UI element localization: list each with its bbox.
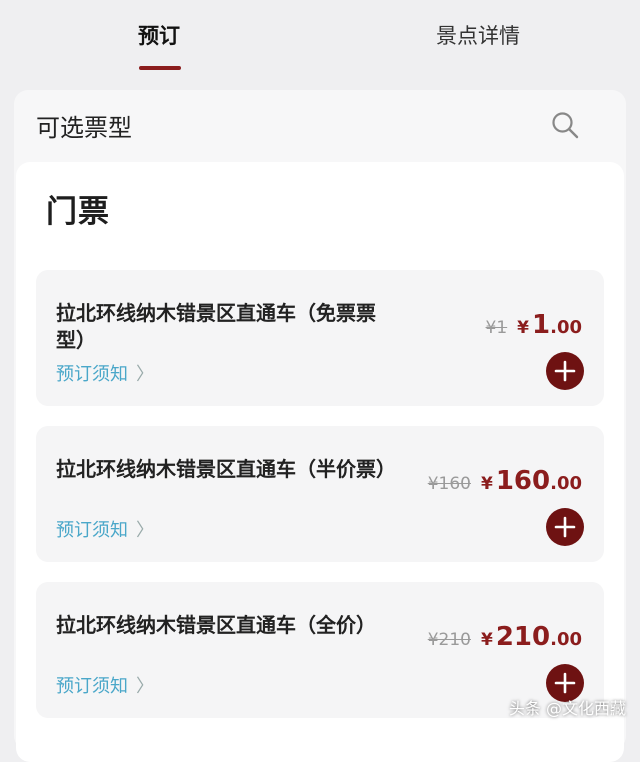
booking-notice-label: 预订须知: [56, 364, 128, 385]
ticket-list-container: 门票 拉北环线纳木错景区直通车（免票票型） 预订须知〉 ¥1 ¥1.00 拉北环线…: [16, 162, 624, 762]
panel-title: 可选票型: [36, 114, 132, 142]
add-ticket-button[interactable]: [546, 508, 584, 546]
ticket-name: 拉北环线纳木错景区直通车（半价票）: [56, 457, 396, 481]
original-price: ¥1: [485, 318, 508, 338]
chevron-right-icon: 〉: [136, 364, 154, 385]
price-integer: 160: [495, 466, 551, 496]
price-integer: 210: [495, 622, 551, 652]
price-group: ¥1 ¥1.00: [486, 310, 582, 340]
original-price: ¥160: [427, 474, 471, 494]
plus-icon: [554, 516, 576, 538]
panel-header: 可选票型: [14, 90, 626, 160]
ticket-card: 拉北环线纳木错景区直通车（半价票） 预订须知〉 ¥160 ¥160.00: [36, 426, 604, 562]
ticket-name: 拉北环线纳木错景区直通车（免票票型）: [56, 301, 376, 352]
booking-notice-link[interactable]: 预订须知〉: [56, 360, 154, 386]
booking-notice-link[interactable]: 预订须知〉: [56, 672, 154, 698]
tab-attraction-details[interactable]: 景点详情: [436, 20, 520, 50]
original-price: ¥210: [427, 630, 471, 650]
add-ticket-button[interactable]: [546, 352, 584, 390]
price-group: ¥210 ¥210.00: [428, 622, 582, 652]
price-group: ¥160 ¥160.00: [428, 466, 582, 496]
currency-symbol: ¥: [517, 318, 530, 338]
section-title: 门票: [46, 194, 110, 230]
booking-notice-link[interactable]: 预订须知〉: [56, 516, 154, 542]
active-tab-indicator: [139, 66, 181, 70]
search-icon[interactable]: [550, 110, 580, 140]
tab-bar: 预订 景点详情: [0, 0, 640, 80]
watermark: 头条 @文化西藏: [508, 699, 626, 718]
booking-notice-label: 预订须知: [56, 520, 128, 541]
currency-symbol: ¥: [480, 474, 493, 494]
ticket-name: 拉北环线纳木错景区直通车（全价）: [56, 613, 376, 637]
price-decimal: .00: [550, 317, 582, 338]
tab-booking[interactable]: 预订: [138, 20, 180, 50]
ticket-panel: 可选票型 门票 拉北环线纳木错景区直通车（免票票型） 预订须知〉 ¥1 ¥1.00: [14, 90, 626, 762]
currency-symbol: ¥: [480, 630, 493, 650]
booking-notice-label: 预订须知: [56, 676, 128, 697]
ticket-card: 拉北环线纳木错景区直通车（免票票型） 预订须知〉 ¥1 ¥1.00: [36, 270, 604, 406]
price-decimal: .00: [550, 629, 582, 650]
price-decimal: .00: [550, 473, 582, 494]
price-integer: 1: [532, 310, 551, 340]
chevron-right-icon: 〉: [136, 676, 154, 697]
plus-icon: [554, 360, 576, 382]
chevron-right-icon: 〉: [136, 520, 154, 541]
